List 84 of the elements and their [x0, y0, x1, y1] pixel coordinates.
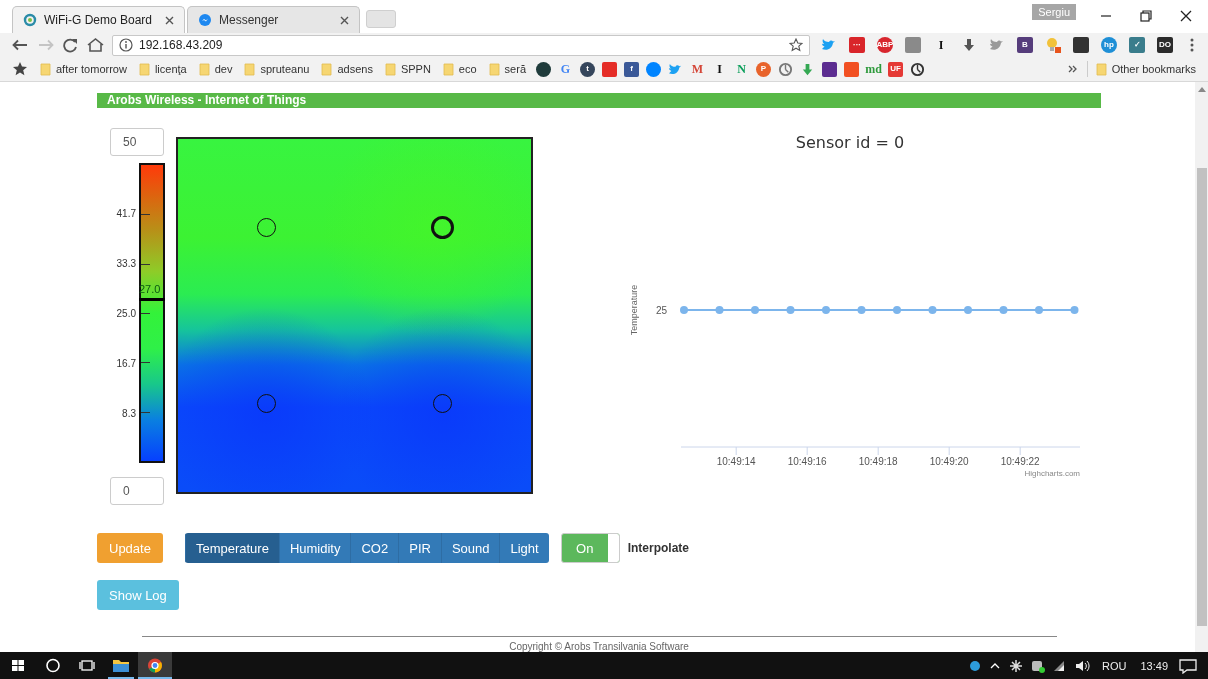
max-input[interactable]: 50: [110, 128, 164, 156]
bookmark-folder[interactable]: dev: [198, 61, 233, 77]
mode-tab[interactable]: Humidity: [278, 533, 351, 563]
folder-icon: [40, 61, 51, 77]
tab-favicon-icon: [23, 13, 37, 27]
bookmark-folder[interactable]: licenţa: [138, 61, 187, 77]
bookmark-button[interactable]: f: [624, 61, 639, 77]
bookmark-folder[interactable]: adsens: [321, 61, 373, 77]
folder-icon: [244, 61, 256, 77]
browser-tab[interactable]: WiFi-G Demo Board: [12, 6, 185, 33]
toggle-label: Interpolate: [627, 541, 690, 555]
address-bar[interactable]: 192.168.43.209: [112, 34, 810, 56]
tick-label: 10:49:18: [858, 456, 898, 467]
info-icon[interactable]: [119, 38, 133, 52]
extension-button[interactable]: I: [933, 37, 949, 53]
pinwheel-icon[interactable]: [1008, 658, 1024, 673]
mode-tab[interactable]: CO2: [350, 533, 399, 563]
chevron-icon[interactable]: [1066, 63, 1079, 75]
notification-icon[interactable]: [1178, 657, 1198, 674]
close-icon[interactable]: [165, 15, 174, 25]
scale-tick-label: 33.3: [116, 257, 136, 269]
extension-button[interactable]: ✓: [1129, 37, 1145, 53]
tab-title: Messenger: [219, 13, 280, 27]
bookmark-button[interactable]: [822, 61, 837, 77]
extension-button[interactable]: hp: [1101, 37, 1117, 53]
messenger-icon: [198, 13, 212, 27]
bookmark-folder[interactable]: spruteanu: [244, 61, 310, 77]
scale-tick-label: 25.0: [116, 307, 136, 319]
bookmark-folder[interactable]: SPPN: [384, 61, 431, 77]
scale-tick-label: 16.7: [116, 357, 136, 369]
extension-button[interactable]: DO: [1157, 37, 1173, 53]
mode-tab[interactable]: Light: [499, 533, 549, 563]
chrome-icon[interactable]: [138, 652, 172, 679]
bookmark-button[interactable]: UF: [888, 61, 903, 77]
folder-icon: [321, 61, 333, 77]
chart-title: Sensor id = 0: [795, 133, 905, 152]
extension-button[interactable]: ···: [849, 37, 865, 53]
bookmark-button[interactable]: t: [580, 61, 595, 77]
bookmark-folder[interactable]: eco: [442, 61, 477, 77]
axis-title: Temperature: [629, 284, 639, 336]
tick-label: 10:49:16: [787, 456, 827, 467]
scroll-up-arrow-icon[interactable]: [1197, 86, 1206, 92]
extension-button[interactable]: B: [1017, 37, 1033, 53]
bookmark-folder[interactable]: Other bookmarks: [1095, 61, 1196, 77]
speaker-icon[interactable]: [1074, 658, 1092, 673]
browser-tab[interactable]: Messenger: [187, 6, 360, 33]
bookmark-button[interactable]: [910, 61, 925, 77]
folder-icon: [384, 61, 396, 77]
bookmark-button[interactable]: [536, 61, 551, 77]
tick-label: 10:49:14: [716, 456, 756, 467]
extension-button[interactable]: [961, 37, 977, 53]
scale-tick-label: 8.3: [122, 407, 136, 419]
page-header: Arobs Wireless - Internet of Things: [97, 93, 1101, 108]
clock[interactable]: 13:49: [1140, 659, 1168, 672]
copyright-text: Copyright © Arobs Transilvania Software: [508, 641, 690, 653]
scale-tick-label: 41.7: [116, 207, 136, 219]
tab-title: WiFi-G Demo Board: [44, 13, 154, 27]
mode-tab[interactable]: Sound: [440, 533, 500, 563]
mode-tab[interactable]: Temperature: [184, 533, 279, 563]
folder-icon: [138, 61, 150, 77]
star-icon[interactable]: [789, 38, 803, 52]
extension-button[interactable]: ABP: [877, 37, 893, 53]
close-icon[interactable]: [340, 15, 349, 25]
language-indicator[interactable]: ROU: [1102, 659, 1127, 672]
credits-link[interactable]: Highcharts.com: [1024, 469, 1080, 478]
help-icon[interactable]: [968, 658, 982, 673]
extension-button[interactable]: [1045, 37, 1061, 53]
sensor-marker[interactable]: [431, 215, 455, 239]
tick-label: 25: [655, 305, 667, 316]
folder-icon: [488, 61, 500, 77]
tick-label: 10:49:20: [929, 456, 969, 467]
tick-label: 10:49:22: [1000, 456, 1040, 467]
star-icon[interactable]: [12, 61, 28, 77]
bookmark-button[interactable]: I: [712, 61, 727, 77]
bookmark-button[interactable]: M: [690, 61, 705, 77]
bookmark-folder[interactable]: seră: [488, 61, 526, 77]
bookmark-folder[interactable]: after tomorrow: [40, 61, 127, 77]
folder-icon: [1095, 61, 1107, 77]
mode-tab[interactable]: PIR: [398, 533, 441, 563]
folder-icon: [198, 61, 210, 77]
scrollbar[interactable]: [1195, 82, 1208, 652]
app-status-icon[interactable]: [1030, 658, 1046, 673]
min-input[interactable]: 0: [110, 477, 164, 505]
folder-icon: [442, 61, 454, 77]
